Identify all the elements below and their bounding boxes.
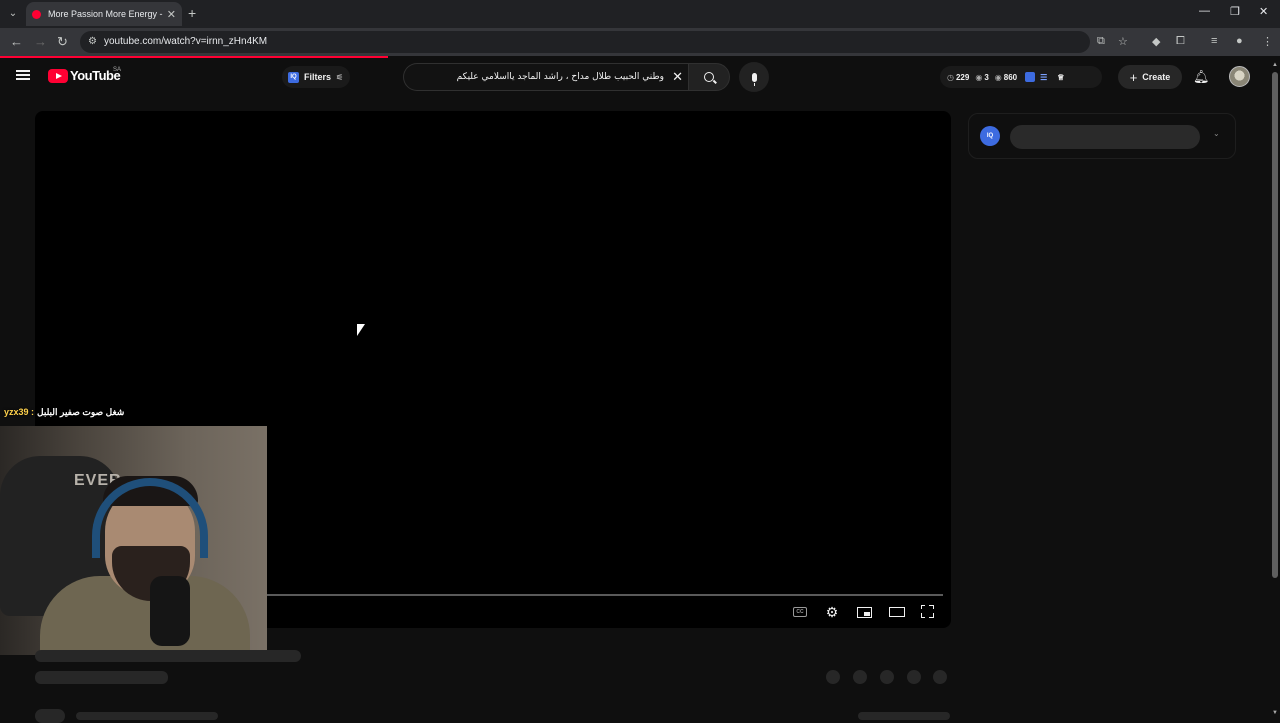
- restore-icon[interactable]: ❐: [1230, 5, 1240, 18]
- new-tab-button[interactable]: +: [188, 5, 196, 21]
- eye-icon: ◉: [975, 72, 983, 82]
- extensions-puzzle-icon[interactable]: ⧠: [1176, 35, 1185, 48]
- account-avatar[interactable]: [1229, 66, 1250, 87]
- extension-diamond-icon[interactable]: ◆: [1152, 35, 1160, 48]
- search-icon: [704, 72, 714, 82]
- clock-icon: ◷: [947, 72, 954, 82]
- menu-icon[interactable]: [16, 70, 30, 80]
- chat-text: شغل صوت صفير البلبل: [37, 406, 125, 417]
- channel-name-skeleton: [76, 712, 218, 720]
- browser-menu-icon[interactable]: ⋮: [1262, 35, 1273, 48]
- iq-extension-icon: IQ: [288, 71, 299, 83]
- stat-value: 3: [984, 72, 989, 82]
- chevron-down-icon[interactable]: ⌄: [1213, 129, 1220, 138]
- search-input[interactable]: [414, 69, 664, 85]
- stat-value: 229: [955, 72, 970, 82]
- stat-value: 860: [1003, 72, 1018, 82]
- action-skeleton: [826, 670, 840, 684]
- clear-search-icon[interactable]: ✕: [672, 69, 683, 85]
- tab-close-icon[interactable]: ✕: [167, 8, 176, 21]
- subscribe-skeleton: [858, 712, 950, 720]
- browser-tab-bar: ⌄ More Passion More Energy - Yo ✕ + — ❐ …: [0, 0, 1280, 28]
- create-button[interactable]: + Create: [1118, 65, 1182, 89]
- reload-icon[interactable]: ↻: [57, 34, 68, 50]
- bookmark-star-icon[interactable]: ☆: [1118, 35, 1128, 48]
- filters-label: Filters: [304, 72, 332, 82]
- tune-icon: ⚟: [336, 72, 344, 82]
- create-label: Create: [1142, 72, 1171, 82]
- youtube-logo-icon[interactable]: [48, 69, 68, 83]
- settings-gear-icon[interactable]: ⚙: [825, 604, 839, 620]
- subtitle-skeleton: [35, 671, 168, 684]
- miniplayer-icon[interactable]: [857, 607, 872, 618]
- iq-logo-icon: IQ: [980, 126, 1000, 146]
- channel-stats-widget[interactable]: ◷ 229 ◉ 3 ◉ 860 ☰ ♕: [940, 66, 1102, 88]
- search-box[interactable]: ✕: [403, 63, 689, 91]
- microphone-stand: [150, 576, 190, 646]
- profile-icon[interactable]: ●: [1236, 35, 1243, 47]
- theater-mode-icon[interactable]: [889, 607, 905, 617]
- scroll-down-icon[interactable]: ▼: [1272, 710, 1278, 716]
- fullscreen-icon[interactable]: [920, 604, 934, 618]
- youtube-favicon-icon: [32, 9, 41, 19]
- plus-icon: +: [1129, 69, 1138, 85]
- filters-button[interactable]: IQ Filters ⚟: [282, 66, 350, 88]
- action-skeleton: [853, 670, 867, 684]
- bars-icon[interactable]: ☰: [1040, 73, 1047, 82]
- mouse-cursor-icon: [357, 324, 365, 336]
- region-code: SA: [113, 67, 122, 73]
- site-info-icon[interactable]: ⚙: [88, 36, 97, 47]
- search-button[interactable]: [688, 63, 730, 91]
- iq-extension-icon[interactable]: [1025, 72, 1036, 82]
- youtube-header: YouTube SA IQ Filters ⚟ ✕ ◷ 229 ◉ 3 ◉ 86…: [0, 58, 1280, 96]
- action-skeleton: [880, 670, 894, 684]
- page-scrollbar[interactable]: ▲ ▼: [1270, 62, 1280, 720]
- chat-username: yzx39 :: [4, 407, 35, 417]
- url-text[interactable]: youtube.com/watch?v=irnn_zHn4KM: [104, 36, 267, 47]
- media-control-icon[interactable]: ≡: [1211, 35, 1217, 47]
- back-icon[interactable]: ←: [10, 34, 23, 49]
- tab-search-icon[interactable]: ⌄: [4, 4, 22, 22]
- streamer-webcam: EVER: [0, 426, 267, 655]
- iq-side-panel: IQ ⌄: [968, 113, 1236, 159]
- scroll-up-icon[interactable]: ▲: [1272, 62, 1278, 68]
- tab-title: More Passion More Energy - Yo: [48, 9, 163, 19]
- eye-icon: ◉: [994, 72, 1002, 82]
- channel-avatar-skeleton: [35, 709, 65, 723]
- forward-icon[interactable]: →: [34, 34, 47, 49]
- video-progress-bar[interactable]: [267, 594, 943, 596]
- loading-skeleton: [1010, 125, 1200, 149]
- action-skeleton: [907, 670, 921, 684]
- window-close-icon[interactable]: ✕: [1259, 5, 1268, 18]
- minimize-icon[interactable]: —: [1199, 5, 1210, 17]
- notifications-bell-icon[interactable]: 🔔︎: [1193, 69, 1210, 85]
- install-app-icon[interactable]: ⧉: [1097, 35, 1105, 48]
- subtitles-icon[interactable]: CC: [793, 607, 807, 617]
- title-skeleton: [35, 650, 301, 662]
- stream-chat-message: yzx39 : شغل صوت صفير البلبل: [0, 404, 124, 420]
- browser-toolbar: ← → ↻ ⚙ youtube.com/watch?v=irnn_zHn4KM …: [0, 28, 1280, 56]
- voice-search-button[interactable]: [739, 62, 769, 92]
- microphone-icon: [751, 72, 757, 86]
- browser-tab[interactable]: More Passion More Energy - Yo ✕: [26, 2, 182, 26]
- scroll-thumb[interactable]: [1272, 72, 1278, 578]
- trophy-icon[interactable]: ♕: [1057, 73, 1064, 82]
- address-bar[interactable]: ⚙ youtube.com/watch?v=irnn_zHn4KM: [80, 31, 1090, 53]
- action-skeleton: [933, 670, 947, 684]
